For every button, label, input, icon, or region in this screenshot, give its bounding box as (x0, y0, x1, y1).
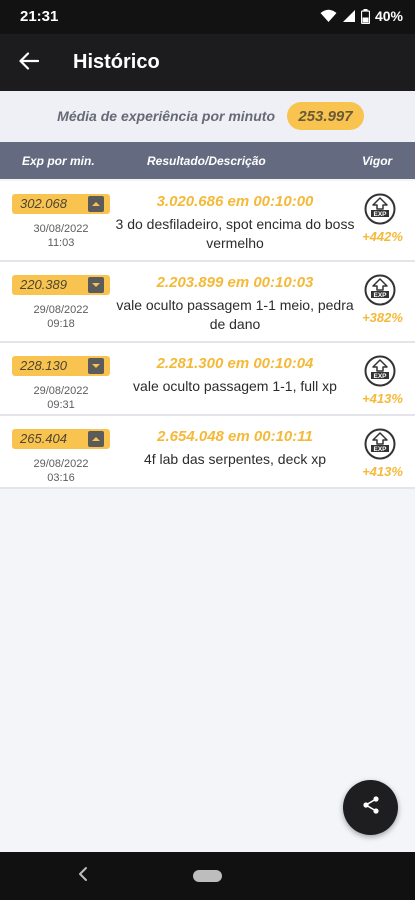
entry-result: 2.654.048 em 00:10:11 (157, 428, 313, 445)
share-icon (361, 795, 381, 820)
nav-back-icon[interactable] (77, 866, 89, 887)
history-row[interactable]: 265.404 29/08/2022 03:16 2.654.048 em 00… (0, 416, 415, 489)
chevron-down-icon[interactable] (88, 358, 104, 374)
table-header: Exp por min. Resultado/Descrição Vigor (0, 142, 415, 179)
average-label: Média de experiência por minuto (57, 108, 275, 124)
svg-text:EXP: EXP (373, 292, 387, 299)
entry-vigor: +442% (362, 229, 403, 244)
average-summary: Média de experiência por minuto 253.997 (0, 91, 415, 142)
exp-per-minute-value: 220.389 (20, 277, 67, 292)
entry-vigor: +413% (362, 391, 403, 406)
svg-text:EXP: EXP (373, 211, 387, 218)
entry-date: 30/08/2022 (33, 223, 89, 235)
status-icons: 40% (320, 8, 403, 24)
exp-per-minute-badge: 265.404 (12, 429, 110, 449)
exp-boost-icon: EXP (364, 355, 396, 387)
wifi-icon (320, 9, 337, 23)
entry-vigor: +382% (362, 310, 403, 325)
entry-datetime: 30/08/2022 11:03 (12, 222, 110, 250)
column-header-vigor: Vigor (362, 154, 393, 168)
battery-percent: 40% (374, 8, 403, 24)
exp-per-minute-badge: 302.068 (12, 194, 110, 214)
exp-per-minute-value: 228.130 (20, 358, 67, 373)
app-bar: Histórico (0, 34, 415, 91)
signal-icon (342, 9, 356, 23)
share-button[interactable] (343, 780, 398, 835)
entry-datetime: 29/08/2022 03:16 (12, 457, 110, 485)
exp-per-minute-badge: 220.389 (12, 275, 110, 295)
entry-result: 3.020.686 em 00:10:00 (156, 193, 314, 210)
history-row[interactable]: 220.389 29/08/2022 09:18 2.203.899 em 00… (0, 262, 415, 343)
back-button[interactable] (14, 48, 44, 78)
system-navigation-bar (0, 852, 415, 900)
entry-description: vale oculto passagem 1-1 meio, pedra de … (116, 297, 354, 332)
svg-text:EXP: EXP (373, 373, 387, 380)
entry-vigor: +413% (362, 464, 403, 479)
nav-home-pill[interactable] (193, 870, 222, 882)
arrow-left-icon (19, 51, 40, 75)
status-time: 21:31 (20, 8, 59, 25)
svg-text:EXP: EXP (373, 446, 387, 453)
chevron-up-icon[interactable] (88, 196, 104, 212)
entry-time: 09:31 (47, 399, 75, 411)
entry-result: 2.281.300 em 00:10:04 (156, 355, 314, 372)
page-title: Histórico (73, 51, 160, 73)
entry-date: 29/08/2022 (33, 304, 89, 316)
exp-per-minute-value: 302.068 (20, 196, 67, 211)
history-row[interactable]: 228.130 29/08/2022 09:31 2.281.300 em 00… (0, 343, 415, 416)
chevron-up-icon[interactable] (88, 431, 104, 447)
column-header-exp: Exp por min. (22, 154, 95, 168)
entry-description: 3 do desfiladeiro, spot encima do boss v… (115, 216, 355, 251)
entry-result: 2.203.899 em 00:10:03 (156, 274, 314, 291)
entry-time: 03:16 (47, 472, 75, 484)
exp-per-minute-badge: 228.130 (12, 356, 110, 376)
entry-date: 29/08/2022 (33, 385, 89, 397)
exp-boost-icon: EXP (364, 274, 396, 306)
average-value-badge: 253.997 (287, 102, 364, 130)
entry-time: 09:18 (47, 318, 75, 330)
history-row[interactable]: 302.068 30/08/2022 11:03 3.020.686 em 00… (0, 181, 415, 262)
entry-date: 29/08/2022 (33, 458, 89, 470)
exp-boost-icon: EXP (364, 428, 396, 460)
entry-description: 4f lab das serpentes, deck xp (143, 451, 327, 467)
exp-boost-icon: EXP (364, 193, 396, 225)
status-bar: 21:31 40% (0, 0, 415, 34)
column-header-result: Resultado/Descrição (147, 154, 266, 168)
history-list: 302.068 30/08/2022 11:03 3.020.686 em 00… (0, 181, 415, 489)
battery-icon (360, 8, 370, 24)
entry-datetime: 29/08/2022 09:31 (12, 384, 110, 412)
entry-datetime: 29/08/2022 09:18 (12, 303, 110, 331)
entry-description: vale oculto passagem 1-1, full xp (133, 378, 337, 394)
entry-time: 11:03 (47, 237, 75, 249)
chevron-down-icon[interactable] (88, 277, 104, 293)
exp-per-minute-value: 265.404 (20, 431, 67, 446)
